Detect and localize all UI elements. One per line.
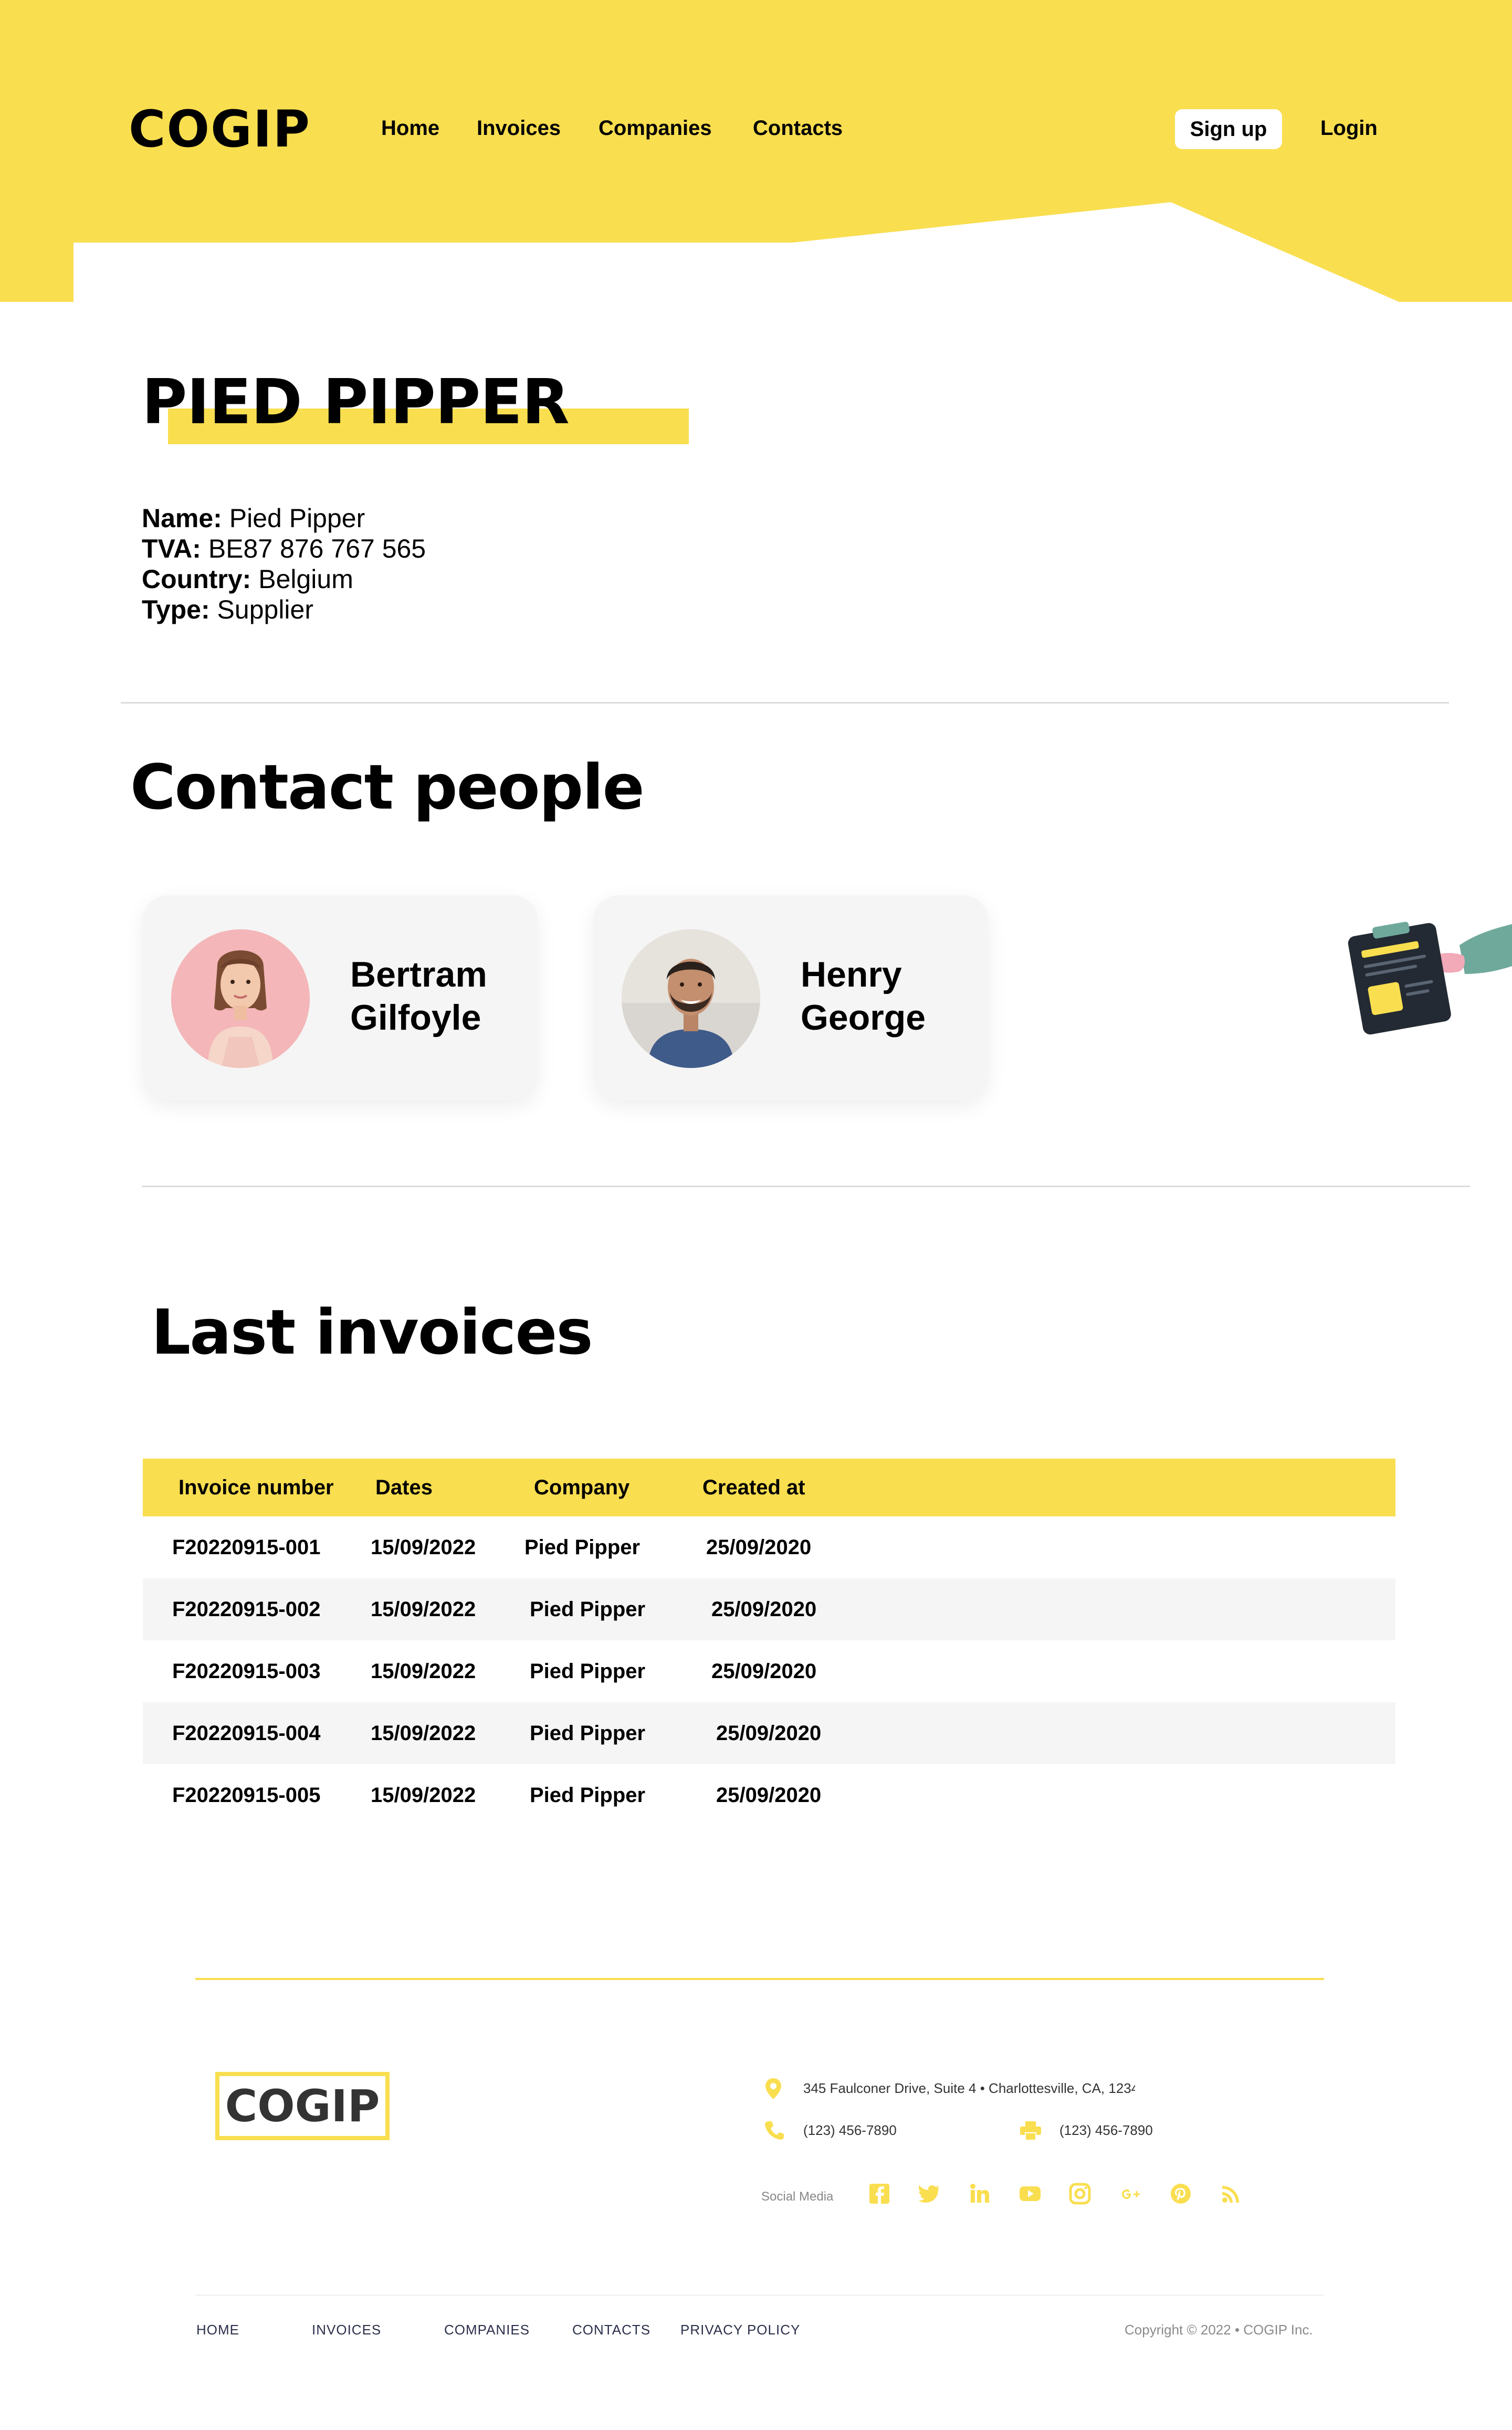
nav-home[interactable]: Home — [381, 117, 439, 140]
twitter-icon[interactable] — [917, 2182, 941, 2206]
info-value: Belgium — [258, 564, 353, 594]
invoices-table: Invoice number Dates Company Created at … — [143, 1459, 1395, 1826]
nav-contacts[interactable]: Contacts — [753, 117, 843, 140]
column-header[interactable]: Dates — [375, 1459, 433, 1516]
avatar — [171, 929, 310, 1068]
divider — [121, 702, 1449, 704]
table-row[interactable]: F20220915-002 15/09/2022 Pied Pipper 25/… — [143, 1578, 1395, 1640]
site-logo[interactable]: COGIP — [129, 100, 311, 159]
clipboard-illustration — [1348, 921, 1512, 1035]
footer-fax: (123) 456-7890 — [1059, 2122, 1153, 2138]
contact-first-name: Henry — [801, 955, 902, 994]
info-value: BE87 876 767 565 — [208, 534, 426, 563]
cell-created-at: 25/09/2020 — [716, 1784, 822, 1807]
info-name: Name: Pied Pipper — [142, 503, 426, 533]
column-header[interactable]: Created at — [702, 1459, 805, 1516]
footer-nav-companies[interactable]: COMPANIES — [444, 2322, 530, 2338]
divider — [142, 1186, 1470, 1187]
footer-nav-contacts[interactable]: CONTACTS — [572, 2322, 650, 2338]
cell-invoice-number: F20220915-003 — [172, 1660, 321, 1683]
cell-date: 15/09/2022 — [371, 1660, 476, 1683]
info-label: TVA: — [142, 534, 201, 563]
cell-created-at: 25/09/2020 — [706, 1536, 812, 1559]
contact-last-name: George — [801, 998, 926, 1038]
footer-address: 345 Faulconer Drive, Suite 4 • Charlotte… — [803, 2080, 1135, 2096]
cell-date: 15/09/2022 — [371, 1536, 476, 1559]
info-value: Pied Pipper — [229, 504, 365, 533]
facebook-icon[interactable] — [867, 2182, 891, 2206]
table-row[interactable]: F20220915-003 15/09/2022 Pied Pipper 25/… — [143, 1640, 1395, 1702]
invoices-title: Last invoices — [151, 1296, 593, 1368]
cell-company: Pied Pipper — [524, 1536, 640, 1559]
phone-icon — [765, 2121, 784, 2140]
contact-first-name: Bertram — [350, 955, 487, 994]
contact-card[interactable]: Bertram Gilfoyle — [143, 895, 538, 1100]
info-tva: TVA: BE87 876 767 565 — [142, 533, 426, 564]
cell-created-at: 25/09/2020 — [711, 1598, 817, 1621]
cell-created-at: 25/09/2020 — [716, 1722, 822, 1745]
cell-date: 15/09/2022 — [371, 1722, 476, 1745]
youtube-icon[interactable] — [1018, 2182, 1042, 2206]
rss-icon[interactable] — [1219, 2182, 1243, 2206]
info-label: Country: — [142, 564, 251, 594]
footer-nav-invoices[interactable]: INVOICES — [312, 2322, 381, 2338]
social-media-label: Social Media — [761, 2190, 834, 2204]
login-button[interactable]: Login — [1320, 117, 1378, 140]
footer-phone: (123) 456-7890 — [803, 2122, 897, 2138]
linkedin-icon[interactable] — [968, 2182, 992, 2206]
printer-icon — [1020, 2121, 1041, 2140]
instagram-icon[interactable] — [1068, 2182, 1092, 2206]
signup-button[interactable]: Sign up — [1175, 109, 1282, 149]
info-type: Type: Supplier — [142, 594, 426, 625]
nav-invoices[interactable]: Invoices — [477, 117, 561, 140]
copyright: Copyright © 2022 • COGIP Inc. — [1125, 2322, 1313, 2338]
info-value: Supplier — [217, 595, 313, 624]
cell-company: Pied Pipper — [530, 1784, 646, 1807]
contact-name: Henry George — [801, 953, 974, 1039]
table-row[interactable]: F20220915-005 15/09/2022 Pied Pipper 25/… — [143, 1764, 1395, 1826]
footer-divider — [195, 1978, 1324, 1980]
page-title: PIED PIPPER — [142, 365, 570, 438]
cell-invoice-number: F20220915-005 — [172, 1784, 321, 1807]
google-plus-icon[interactable] — [1118, 2182, 1142, 2206]
contact-last-name: Gilfoyle — [350, 998, 481, 1038]
cell-invoice-number: F20220915-001 — [172, 1536, 321, 1559]
table-row[interactable]: F20220915-004 15/09/2022 Pied Pipper 25/… — [143, 1702, 1395, 1764]
footer-nav-privacy-policy[interactable]: PRIVACY POLICY — [680, 2322, 800, 2338]
cell-invoice-number: F20220915-004 — [172, 1722, 321, 1745]
contacts-title: Contact people — [130, 751, 645, 823]
contact-name: Bertram Gilfoyle — [350, 953, 523, 1039]
info-country: Country: Belgium — [142, 564, 426, 594]
table-row[interactable]: F20220915-001 15/09/2022 Pied Pipper 25/… — [143, 1516, 1395, 1578]
table-header: Invoice number Dates Company Created at — [143, 1459, 1395, 1516]
company-title-block: PIED PIPPER — [142, 362, 693, 452]
column-header[interactable]: Company — [534, 1459, 629, 1516]
column-header[interactable]: Invoice number — [178, 1459, 334, 1516]
info-label: Name: — [142, 504, 222, 533]
location-pin-icon — [765, 2078, 781, 2099]
cell-invoice-number: F20220915-002 — [172, 1598, 321, 1621]
cell-company: Pied Pipper — [530, 1598, 646, 1621]
pinterest-icon[interactable] — [1169, 2182, 1193, 2206]
avatar — [622, 929, 760, 1068]
cell-company: Pied Pipper — [530, 1660, 646, 1683]
footer-logo[interactable]: COGIP — [215, 2072, 390, 2140]
nav-companies[interactable]: Companies — [598, 117, 712, 140]
cell-date: 15/09/2022 — [371, 1784, 476, 1807]
contact-card[interactable]: Henry George — [593, 895, 988, 1100]
cell-date: 15/09/2022 — [371, 1598, 476, 1621]
company-info: Name: Pied Pipper TVA: BE87 876 767 565 … — [142, 503, 426, 625]
info-label: Type: — [142, 595, 210, 624]
footer-nav-home[interactable]: HOME — [196, 2322, 239, 2338]
cell-company: Pied Pipper — [530, 1722, 646, 1745]
cell-created-at: 25/09/2020 — [711, 1660, 817, 1683]
footer-bottom-divider — [195, 2295, 1324, 2296]
